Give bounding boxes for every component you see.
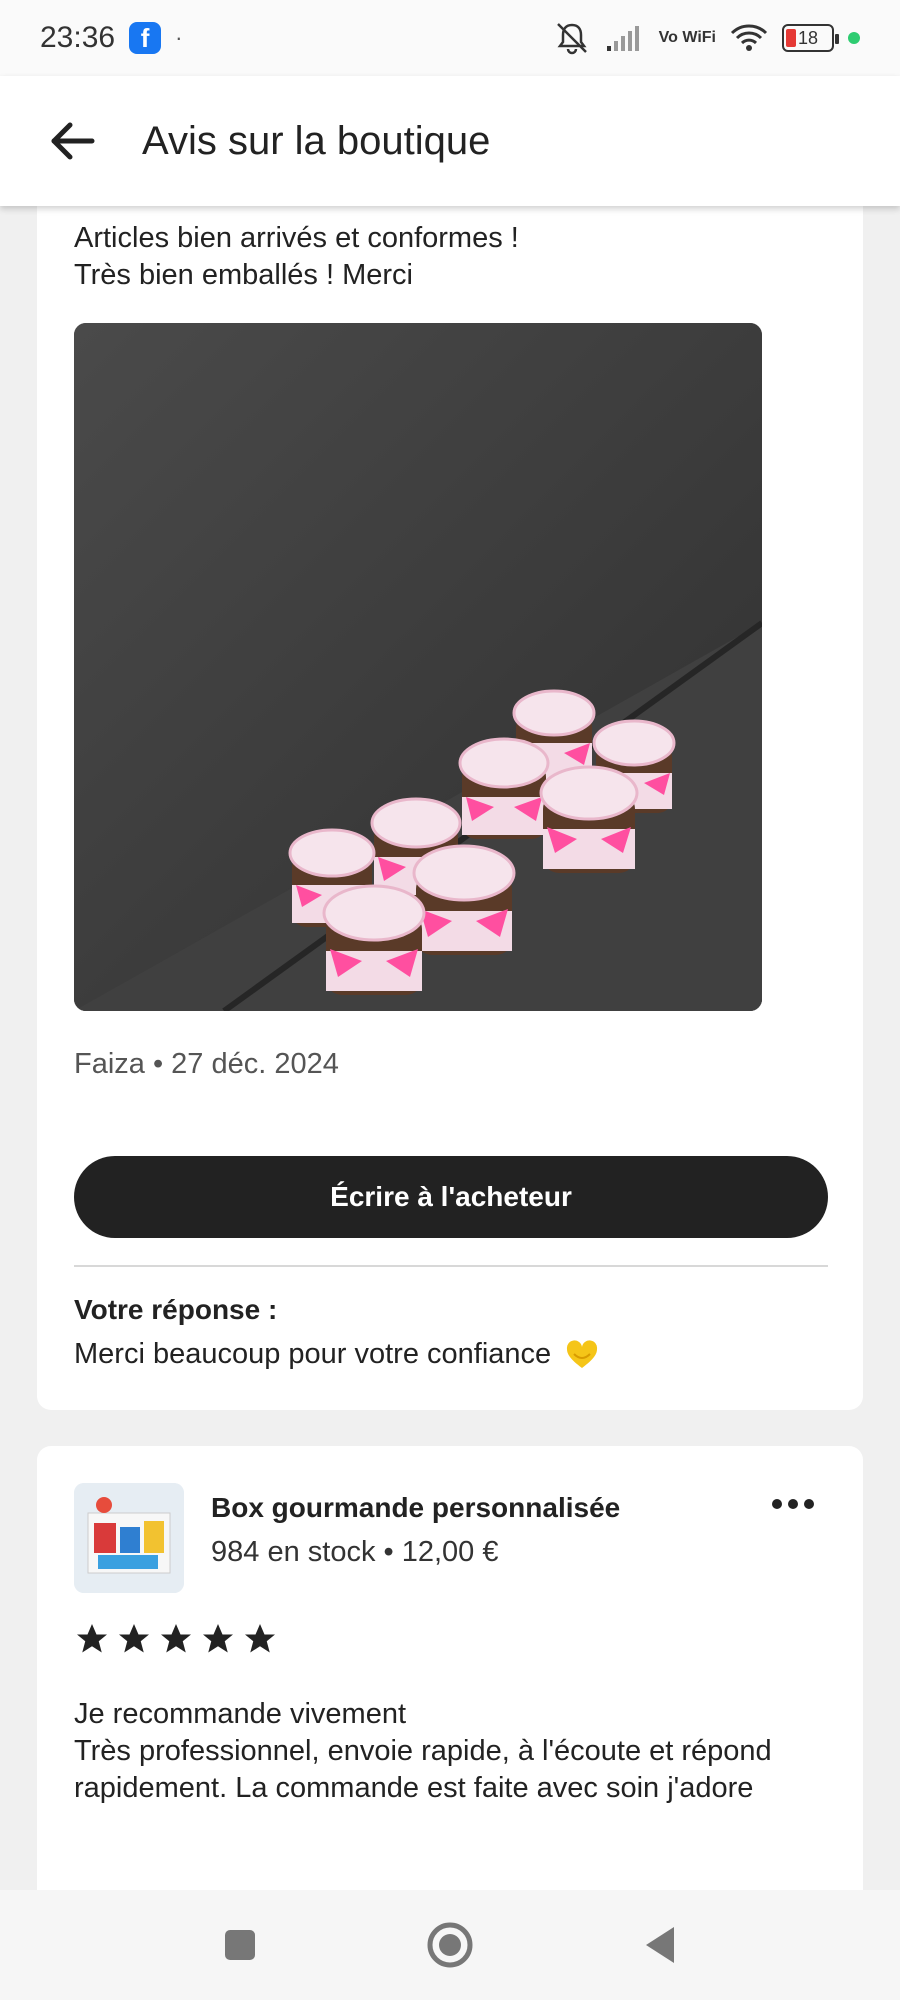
reply-text: Merci beaucoup pour votre confiance (74, 1338, 552, 1370)
status-left: 23:36 f · (40, 21, 182, 55)
back-nav-button[interactable] (630, 1915, 690, 1975)
review-photo[interactable] (74, 323, 762, 1011)
reply-label: Votre réponse : (74, 1294, 278, 1325)
back-button[interactable] (32, 101, 112, 181)
mute-bell-icon (556, 23, 587, 55)
star-rating (74, 1621, 278, 1657)
product-thumbnail[interactable] (74, 1483, 184, 1593)
circle-icon (427, 1922, 473, 1968)
dot (804, 1499, 814, 1509)
arrow-left-icon (51, 122, 95, 160)
privacy-indicator-dot (848, 32, 860, 44)
divider (74, 1265, 828, 1267)
signal-icon (606, 26, 639, 51)
review-text: Je recommande vivement Très professionne… (74, 1698, 772, 1804)
dot (772, 1499, 782, 1509)
page-title: Avis sur la boutique (142, 118, 491, 163)
triangle-back-icon (646, 1927, 674, 1963)
app-header: Avis sur la boutique (0, 76, 900, 206)
product-stock-price: 984 en stock • 12,00 € (211, 1536, 499, 1568)
status-right: Vo WiFi 18 (553, 21, 860, 55)
gift-box-image (74, 1483, 184, 1593)
vowifi-label: Vo WiFi (658, 29, 716, 46)
system-nav-bar (0, 1890, 900, 2000)
reviews-list[interactable]: Articles bien arrivés et conformes ! Trè… (0, 206, 900, 1890)
review-meta: Faiza • 27 déc. 2024 (74, 1048, 339, 1080)
star-icon (119, 1624, 149, 1653)
nutella-jars-photo (74, 323, 762, 1011)
yellow-heart-icon (567, 1340, 598, 1369)
clock: 23:36 (40, 21, 116, 54)
home-button[interactable] (420, 1915, 480, 1975)
wifi-icon (730, 24, 768, 51)
review-card: Articles bien arrivés et conformes ! Trè… (37, 206, 863, 1410)
write-to-buyer-button[interactable]: Écrire à l'acheteur (74, 1156, 828, 1238)
battery-icon: 18 (782, 24, 839, 52)
dot (788, 1499, 798, 1509)
star-icon (161, 1624, 191, 1653)
star-icon (203, 1624, 233, 1653)
product-title[interactable]: Box gourmande personnalisée (211, 1492, 620, 1524)
status-bar: 23:36 f · Vo WiFi 18 (0, 0, 900, 76)
review-text: Articles bien arrivés et conformes ! Trè… (74, 222, 519, 291)
star-icon (77, 1624, 107, 1653)
reply-text-row: Merci beaucoup pour votre confiance (74, 1338, 599, 1371)
review-card: Box gourmande personnalisée 984 en stock… (37, 1446, 863, 1890)
facebook-icon: f (129, 22, 162, 54)
notification-dot: · (175, 25, 183, 50)
more-options-button[interactable] (763, 1484, 823, 1524)
square-icon (225, 1930, 255, 1960)
recents-button[interactable] (210, 1915, 270, 1975)
star-icon (245, 1624, 275, 1653)
